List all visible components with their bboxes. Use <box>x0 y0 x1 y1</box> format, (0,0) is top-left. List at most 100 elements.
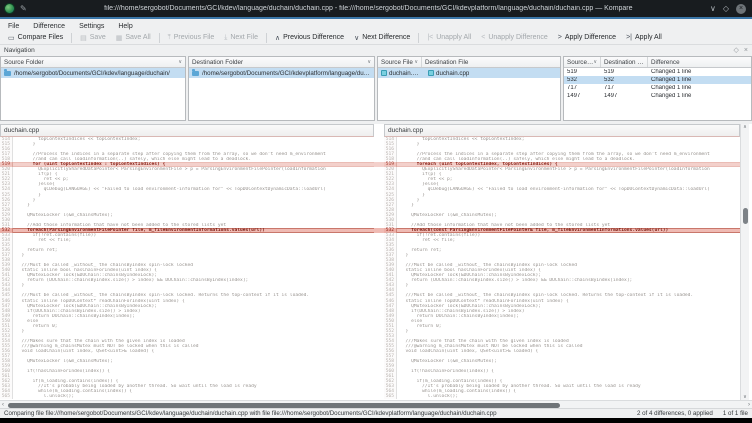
difference-label: Changed 1 line <box>648 77 748 83</box>
toolbar-separator <box>418 33 419 43</box>
vertical-scrollbar-thumb[interactable] <box>743 208 748 224</box>
diff-column-header-1[interactable]: Destination Line <box>601 57 648 67</box>
apply-difference-icon: > <box>558 34 562 41</box>
compare-files-button[interactable]: ▭Compare Files <box>3 32 68 44</box>
source-folder-path: /home/sergobot/Documents/GCI/kdev/langua… <box>14 70 170 77</box>
next-difference-button[interactable]: ∨Next Difference <box>349 32 415 44</box>
code-text: if(!hasChainForIndex(index)) { <box>397 369 494 374</box>
dock-close-icon[interactable]: × <box>744 47 748 54</box>
difference-row[interactable]: 532532Changed 1 line <box>564 76 751 84</box>
previous-difference-button[interactable]: ∧Previous Difference <box>270 32 349 44</box>
source-folder-header-label: Source Folder <box>4 59 44 66</box>
next-file-button: ⤓Next File <box>219 32 263 44</box>
diff-column-header-label: Destination Line <box>604 59 644 66</box>
code-text: QMutexLocker l(&m_chainsMutex); <box>397 213 497 218</box>
status-differences-count: 2 of 4 differences, 0 applied <box>627 410 713 417</box>
source-file-header-label: Source File <box>381 59 413 66</box>
toolbar-separator <box>159 33 160 43</box>
menu-file[interactable]: File <box>8 23 19 30</box>
difference-label: Changed 1 line <box>648 85 748 91</box>
apply-all-button[interactable]: >|Apply All <box>621 32 667 43</box>
code-text: if(!hasChainForIndex(index)) { <box>13 369 110 374</box>
dock-float-icon[interactable]: ◇ <box>734 46 739 54</box>
difference-destination-line: 532 <box>601 77 648 83</box>
compare-files-icon: ▭ <box>8 34 15 42</box>
line-number: 565 <box>384 394 397 399</box>
status-comparing-text: Comparing file file:///home/sergobot/Doc… <box>4 410 627 417</box>
toolbar-button-label: Next File <box>230 34 258 41</box>
sort-indicator-icon: ∨ <box>593 59 597 65</box>
difference-row[interactable]: 519519Changed 1 line <box>564 68 751 76</box>
code-text: return (DUChain::chainsByIndex.size() > … <box>397 278 632 283</box>
difference-destination-line: 1497 <box>601 93 648 99</box>
source-folder-row[interactable]: /home/sergobot/Documents/GCI/kdev/langua… <box>1 68 185 78</box>
code-text: QMutexLocker l(&m_chainsMutex); <box>13 213 113 218</box>
toolbar-button-label: Previous File <box>174 34 214 41</box>
code-text: l.unlock(); <box>397 394 458 399</box>
destination-folder-row[interactable]: /home/sergobot/Documents/GCI/kdevplatfor… <box>189 68 374 78</box>
minimize-button[interactable]: ∨ <box>710 5 716 13</box>
navigation-dock-title: Navigation <box>4 47 35 54</box>
toolbar-button-label: Previous Difference <box>283 34 344 41</box>
source-folder-panel: Source Folder ∨ /home/sergobot/Documents… <box>0 56 186 121</box>
destination-folder-header[interactable]: Destination Folder ∨ <box>189 57 374 68</box>
diff-connector-band <box>374 162 384 167</box>
destination-pane-title: duchain.cpp <box>388 127 423 134</box>
diff-connector-strip <box>374 137 384 400</box>
kompare-app-icon <box>4 3 15 14</box>
code-line: 565 l.unlock(); <box>0 394 374 399</box>
horizontal-scrollbar[interactable]: ‹ › <box>0 400 752 408</box>
destination-file-name: duchain.cpp <box>436 70 469 77</box>
diff-column-header-0[interactable]: Source Line∨ <box>564 57 601 67</box>
scroll-up-icon[interactable]: ∧ <box>741 124 749 130</box>
difference-row[interactable]: 717717Changed 1 line <box>564 84 751 92</box>
difference-row[interactable]: 14971497Changed 1 line <box>564 92 751 100</box>
code-text: QMutexLocker l(&m_chainsMutex); <box>13 359 113 364</box>
source-pane-title: duchain.cpp <box>4 127 39 134</box>
code-text: } <box>13 142 35 147</box>
unapply-all-icon: |< <box>427 34 433 41</box>
toolbar-button-label: Save All <box>125 34 150 41</box>
code-text: QExplicitlySharedDataPointer< ParsingEnv… <box>13 167 326 172</box>
destination-folder-header-label: Destination Folder <box>192 59 243 66</box>
save-icon: ▤ <box>80 34 87 42</box>
menu-difference[interactable]: Difference <box>33 23 65 30</box>
chevron-down-icon: ∨ <box>367 59 371 65</box>
maximize-button[interactable]: ◇ <box>723 5 729 13</box>
menu-settings[interactable]: Settings <box>79 23 104 30</box>
differences-header: Source Line∨Destination Line Difference <box>564 57 751 68</box>
code-text: return (DUChain::chainsByIndex.size() > … <box>13 278 248 283</box>
diff-view: duchain.cpp duchain.cpp 514 topContextIn… <box>0 124 752 400</box>
toolbar-button-label: Unapply Difference <box>488 34 547 41</box>
file-row[interactable]: duchain.cpp duchain.cpp <box>378 68 560 78</box>
close-button[interactable]: × <box>736 4 746 14</box>
code-text: ret << file; <box>13 238 71 243</box>
unapply-difference-icon: < <box>481 34 485 41</box>
source-file-column-header[interactable]: Source File ∨ <box>378 57 422 67</box>
toolbar-separator <box>71 33 72 43</box>
difference-destination-line: 717 <box>601 85 648 91</box>
bottom-black-strip <box>0 418 752 423</box>
code-text: l.unlock(); <box>13 394 74 399</box>
apply-difference-button[interactable]: >Apply Difference <box>553 32 621 43</box>
files-panel: Source File ∨ Destination File duchain.c… <box>377 56 561 121</box>
destination-file-column-header[interactable]: Destination File <box>422 57 560 67</box>
horizontal-scrollbar-thumb[interactable] <box>8 403 560 408</box>
difference-source-line: 519 <box>564 69 601 75</box>
difference-label: Changed 1 line <box>648 69 748 75</box>
pencil-icon: ✎ <box>20 4 27 13</box>
window-title: file:///home/sergobot/Documents/GCI/kdev… <box>27 5 710 12</box>
toolbar-button-label: Unapply All <box>436 34 471 41</box>
diff-column-header-2[interactable]: Difference <box>648 57 748 67</box>
source-folder-header[interactable]: Source Folder ∨ <box>1 57 185 68</box>
menu-bar: File Difference Settings Help <box>0 21 752 31</box>
code-line: 524 qCDebug(LANGUAGE) << "Failed to load… <box>0 187 374 192</box>
vertical-scrollbar[interactable]: ∧ ∨ <box>740 124 749 400</box>
navigation-panel: Source Folder ∨ /home/sergobot/Documents… <box>0 55 752 122</box>
menu-help[interactable]: Help <box>118 23 132 30</box>
code-text: qCDebug(LANGUAGE) << "Failed to load env… <box>13 187 326 192</box>
line-number: 565 <box>0 394 13 399</box>
previous-file-button: ⤒Previous File <box>163 32 220 44</box>
cpp-file-icon <box>428 70 434 76</box>
code-text: void loadChain(uint index, QSet<uint>& l… <box>397 349 538 354</box>
